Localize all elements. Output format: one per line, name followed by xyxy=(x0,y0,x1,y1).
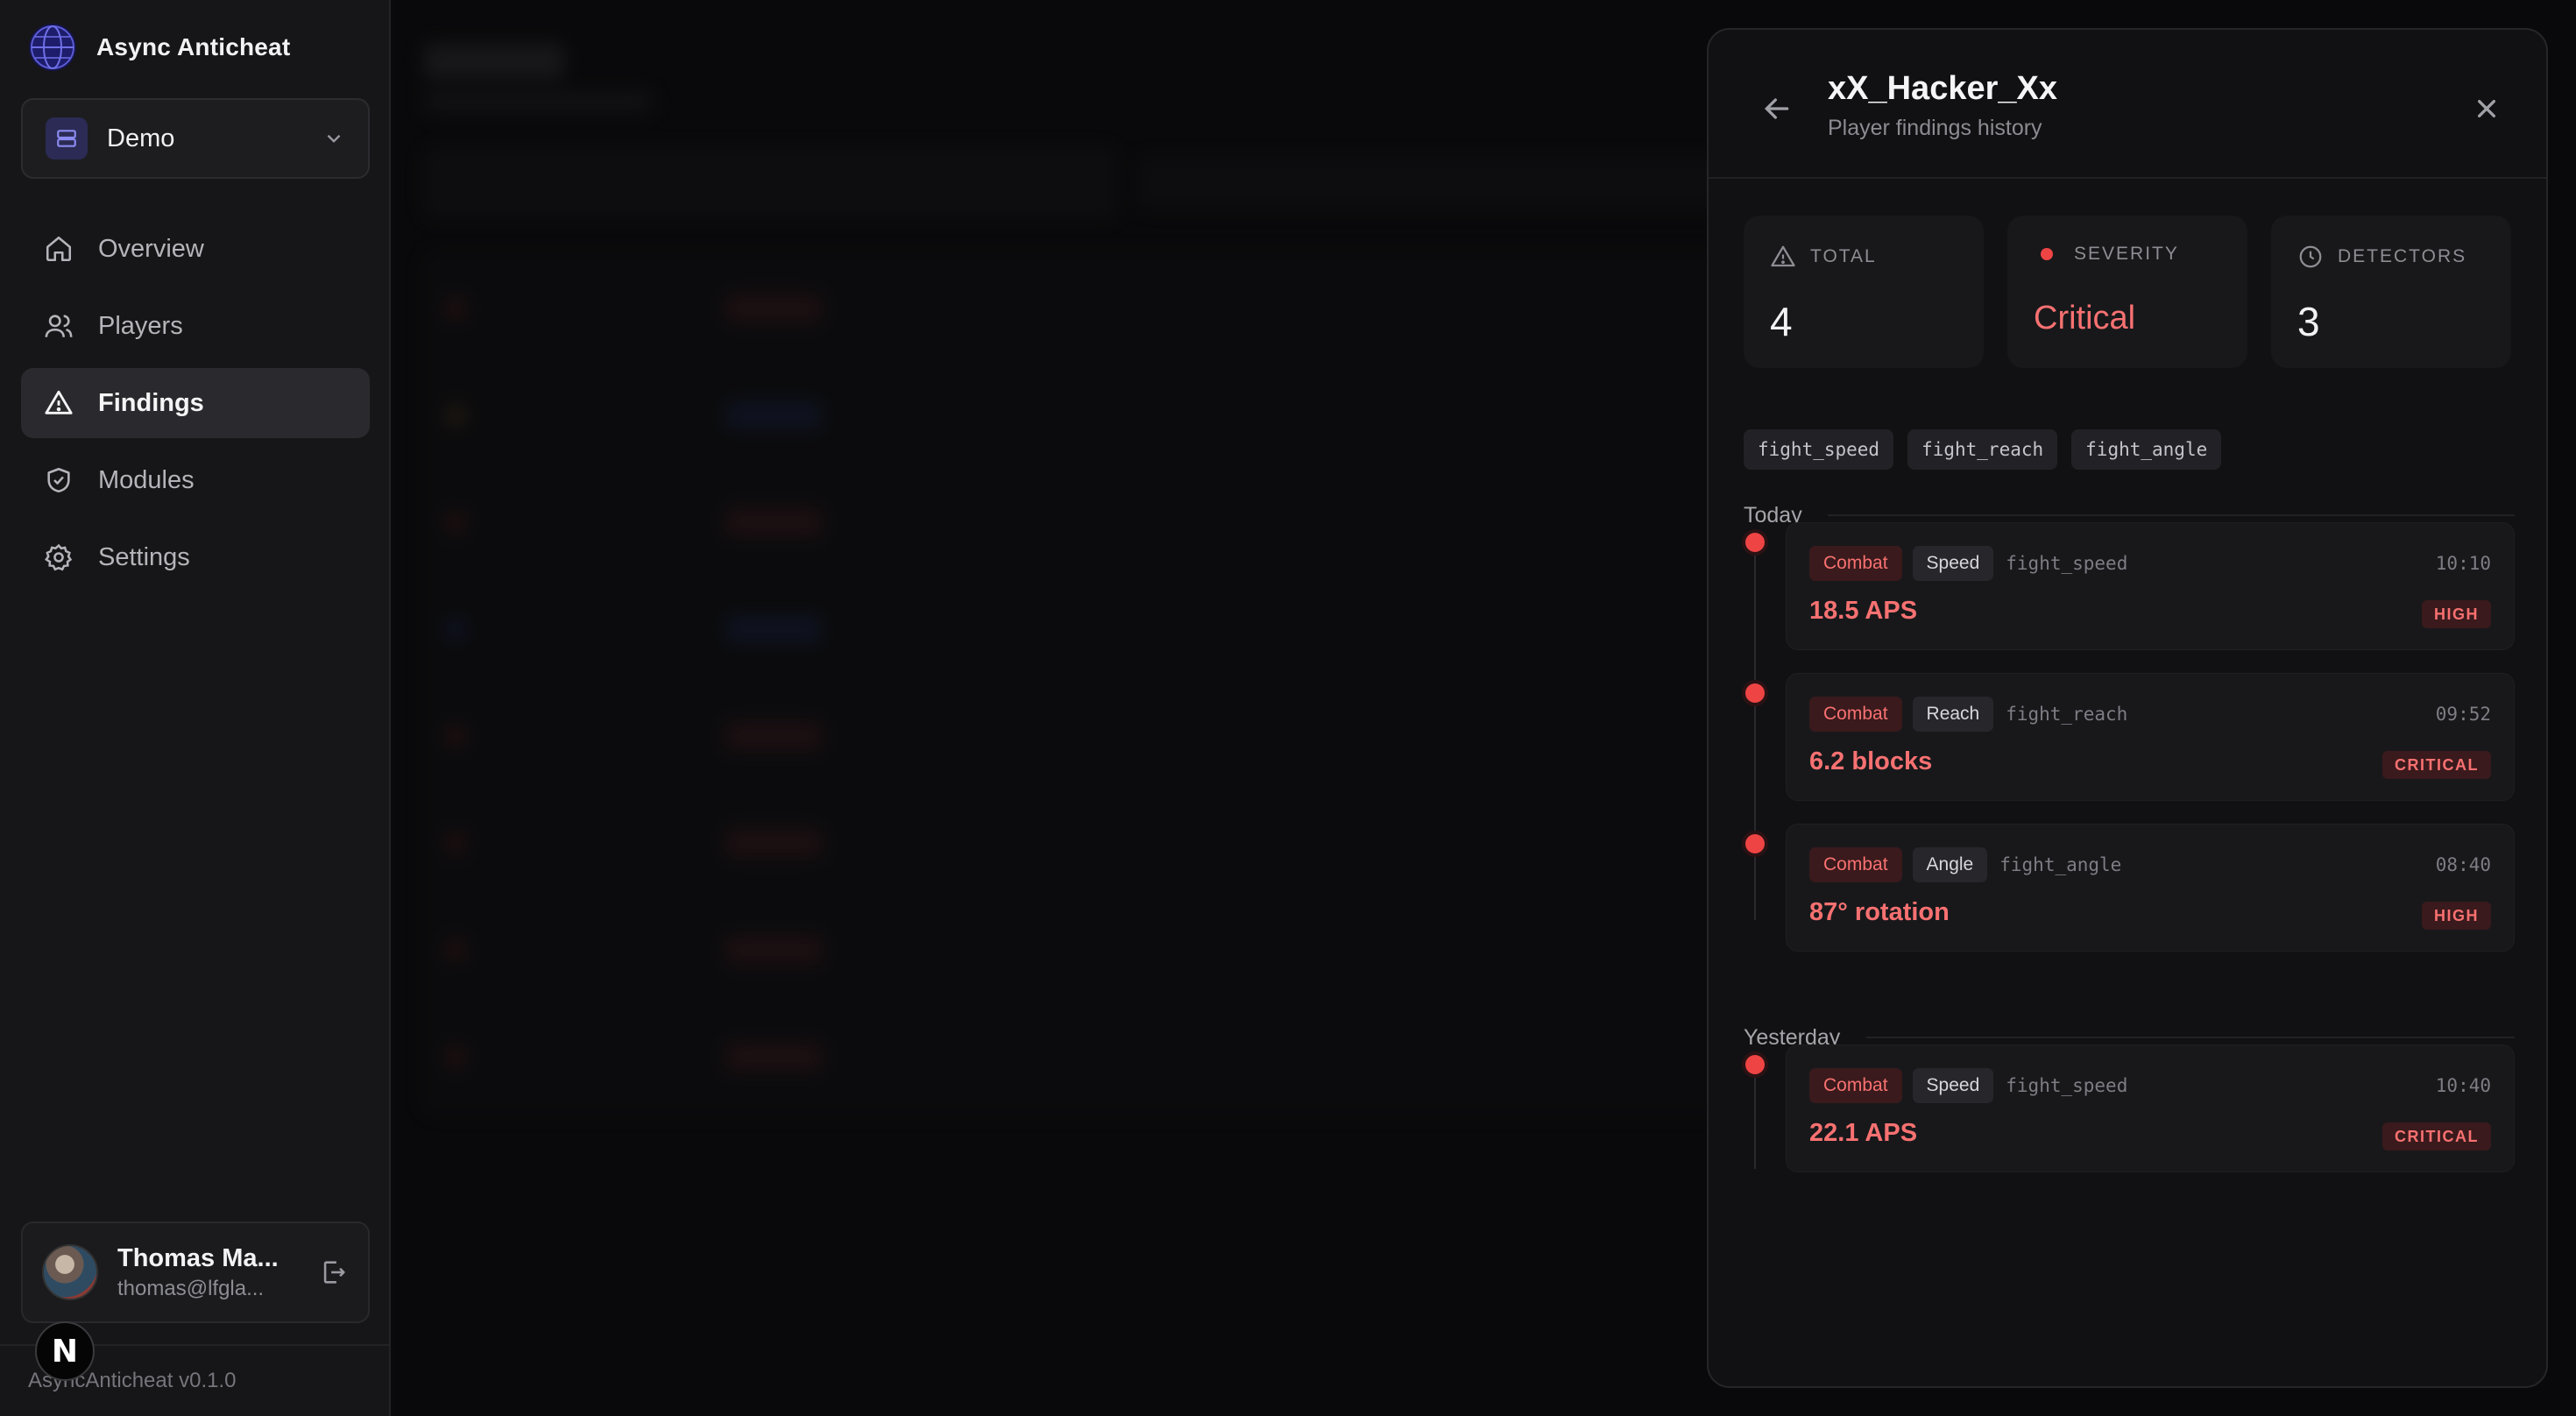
alert-triangle-icon xyxy=(45,390,73,414)
detector-chips: fight_speed fight_reach fight_angle xyxy=(1744,429,2222,470)
divider xyxy=(1828,514,2515,516)
finding-card[interactable]: Combat Speed fight_speed 10:40 22.1 APS … xyxy=(1786,1044,2515,1172)
timeline-dot xyxy=(1745,834,1765,853)
brand[interactable]: Async Anticheat xyxy=(28,23,290,72)
finding-value: 18.5 APS xyxy=(1809,597,1918,625)
nav-label: Modules xyxy=(98,465,195,494)
avatar xyxy=(42,1244,98,1300)
users-icon xyxy=(45,315,73,337)
severity-dot-icon xyxy=(2041,248,2053,260)
nav-label: Overview xyxy=(98,234,204,263)
user-email: thomas@lfgla... xyxy=(117,1276,265,1300)
timeline-dot xyxy=(1745,533,1765,552)
divider xyxy=(1866,1037,2515,1038)
detector-chip[interactable]: fight_reach xyxy=(1907,429,2058,470)
detector-name: fight_reach xyxy=(2006,704,2128,725)
next-badge[interactable]: N xyxy=(35,1321,95,1381)
detector-chip[interactable]: fight_speed xyxy=(1744,429,1894,470)
type-tag: Speed xyxy=(1912,1068,1994,1103)
close-icon[interactable] xyxy=(2469,91,2504,126)
stat-detectors: DETECTORS 3 xyxy=(2271,216,2511,368)
app-name: Async Anticheat xyxy=(96,33,291,60)
nav-item-modules[interactable]: Modules xyxy=(21,445,370,515)
finding-card[interactable]: Combat Speed fight_speed 10:10 18.5 APS … xyxy=(1786,522,2515,650)
shield-check-icon xyxy=(47,467,70,493)
severity-badge: CRITICAL xyxy=(2382,1122,2491,1150)
player-name: xX_Hacker_Xx xyxy=(1828,70,2057,107)
back-arrow-icon[interactable] xyxy=(1759,91,1794,126)
nav-item-findings[interactable]: Findings xyxy=(21,368,370,438)
stat-label: TOTAL xyxy=(1810,246,1877,266)
home-icon xyxy=(46,236,72,262)
globe-logo-icon xyxy=(29,24,76,71)
drawer-subtitle: Player findings history xyxy=(1828,116,2042,140)
nav-label: Findings xyxy=(98,388,204,417)
stat-value: 3 xyxy=(2297,299,2320,344)
user-name: Thomas Ma... xyxy=(117,1243,279,1272)
finding-card[interactable]: Combat Angle fight_angle 08:40 87° rotat… xyxy=(1786,824,2515,952)
sidebar: Async Anticheat Demo Overview Players Fi… xyxy=(0,0,391,1416)
stat-total: TOTAL 4 xyxy=(1744,216,1984,368)
nav-label: Players xyxy=(98,311,183,340)
main-nav: Overview Players Findings Modules Settin… xyxy=(21,214,370,599)
severity-badge: HIGH xyxy=(2422,600,2491,628)
category-tag: Combat xyxy=(1809,1068,1902,1103)
player-findings-drawer: xX_Hacker_Xx Player findings history TOT… xyxy=(1707,28,2548,1388)
project-name: Demo xyxy=(107,124,175,152)
server-icon xyxy=(46,117,88,159)
stat-label: SEVERITY xyxy=(2074,244,2179,264)
finding-time: 09:52 xyxy=(2435,704,2491,725)
finding-value: 22.1 APS xyxy=(1809,1119,1918,1147)
type-tag: Reach xyxy=(1912,697,1994,732)
severity-badge: HIGH xyxy=(2422,902,2491,930)
stat-severity: SEVERITY Critical xyxy=(2007,216,2247,368)
logout-icon[interactable] xyxy=(319,1257,349,1287)
stat-label: DETECTORS xyxy=(2338,246,2467,266)
timeline-dot xyxy=(1745,683,1765,703)
nav-item-settings[interactable]: Settings xyxy=(21,522,370,592)
chevron-down-icon xyxy=(327,134,341,143)
finding-value: 6.2 blocks xyxy=(1809,747,1933,775)
stat-value: 4 xyxy=(1770,299,1793,344)
clock-icon xyxy=(2299,245,2322,268)
detector-name: fight_speed xyxy=(2006,553,2128,574)
drawer-header: xX_Hacker_Xx Player findings history xyxy=(1709,30,2546,179)
category-tag: Combat xyxy=(1809,697,1902,732)
finding-time: 10:40 xyxy=(2435,1075,2491,1096)
gear-icon xyxy=(45,543,73,571)
category-tag: Combat xyxy=(1809,847,1902,882)
detector-name: fight_speed xyxy=(2006,1075,2128,1096)
timeline-dot xyxy=(1745,1055,1765,1074)
timeline-line xyxy=(1754,1064,1756,1169)
detector-chip[interactable]: fight_angle xyxy=(2071,429,2222,470)
timeline-line xyxy=(1754,542,1756,920)
finding-value: 87° rotation xyxy=(1809,898,1950,926)
severity-badge: CRITICAL xyxy=(2382,751,2491,779)
user-card[interactable]: Thomas Ma... thomas@lfgla... xyxy=(21,1221,370,1323)
finding-time: 10:10 xyxy=(2435,553,2491,574)
nav-item-overview[interactable]: Overview xyxy=(21,214,370,284)
finding-time: 08:40 xyxy=(2435,854,2491,875)
type-tag: Speed xyxy=(1912,546,1994,581)
alert-triangle-icon xyxy=(1771,245,1795,267)
detector-name: fight_angle xyxy=(1999,854,2122,875)
project-selector[interactable]: Demo xyxy=(21,98,370,179)
stat-value: Critical xyxy=(2034,300,2136,336)
type-tag: Angle xyxy=(1912,847,1988,882)
nav-label: Settings xyxy=(98,542,190,571)
nav-item-players[interactable]: Players xyxy=(21,291,370,361)
category-tag: Combat xyxy=(1809,546,1902,581)
finding-card[interactable]: Combat Reach fight_reach 09:52 6.2 block… xyxy=(1786,673,2515,801)
